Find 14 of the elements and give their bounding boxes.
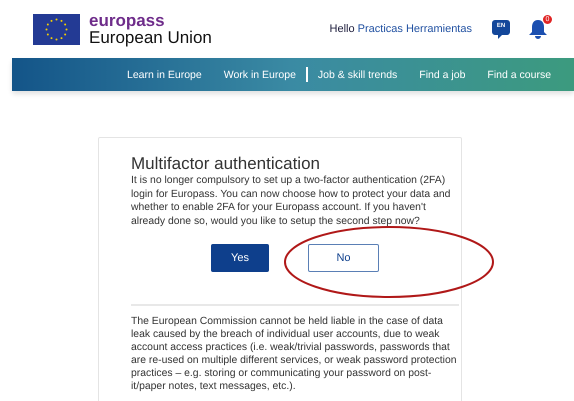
brand-name: europass — [89, 12, 166, 28]
nav-link[interactable]: Learn in Europe — [127, 68, 202, 80]
brand-subtitle: European Union — [89, 28, 212, 46]
disclaimer-text: The European Commission cannot be held liable in the case of data leak caused by the breach of individual user accounts, due to weak account access practices (i.e. weak/trivial passwords, passwords that are re-used on multiple different services, or weak password protection practices – e.g. storing or communicating your password on post-it/paper notes, text messages, etc.). — [131, 315, 458, 393]
dialog-title: Multifactor authentication — [131, 154, 321, 173]
nav-link[interactable]: Job & skill trends — [318, 68, 398, 80]
nav-link[interactable]: Find a course — [487, 68, 552, 80]
nav-link[interactable]: Work in Europe — [224, 68, 296, 80]
nav-link[interactable]: Find a job — [419, 68, 466, 80]
user-greeting: Hello Practicas Herramientas — [330, 23, 472, 35]
yes-button[interactable]: Yes — [211, 244, 269, 272]
no-button[interactable]: No — [308, 244, 379, 272]
dialog-message: It is no longer compulsory to set up a two-factor authentication (2FA) login for Europass. You can now choose how to protect your data and whether to enable 2FA for your Europass account. If you haven't already done so, would you like to setup the second step now? — [131, 174, 452, 228]
eu-flag-icon — [33, 14, 80, 44]
